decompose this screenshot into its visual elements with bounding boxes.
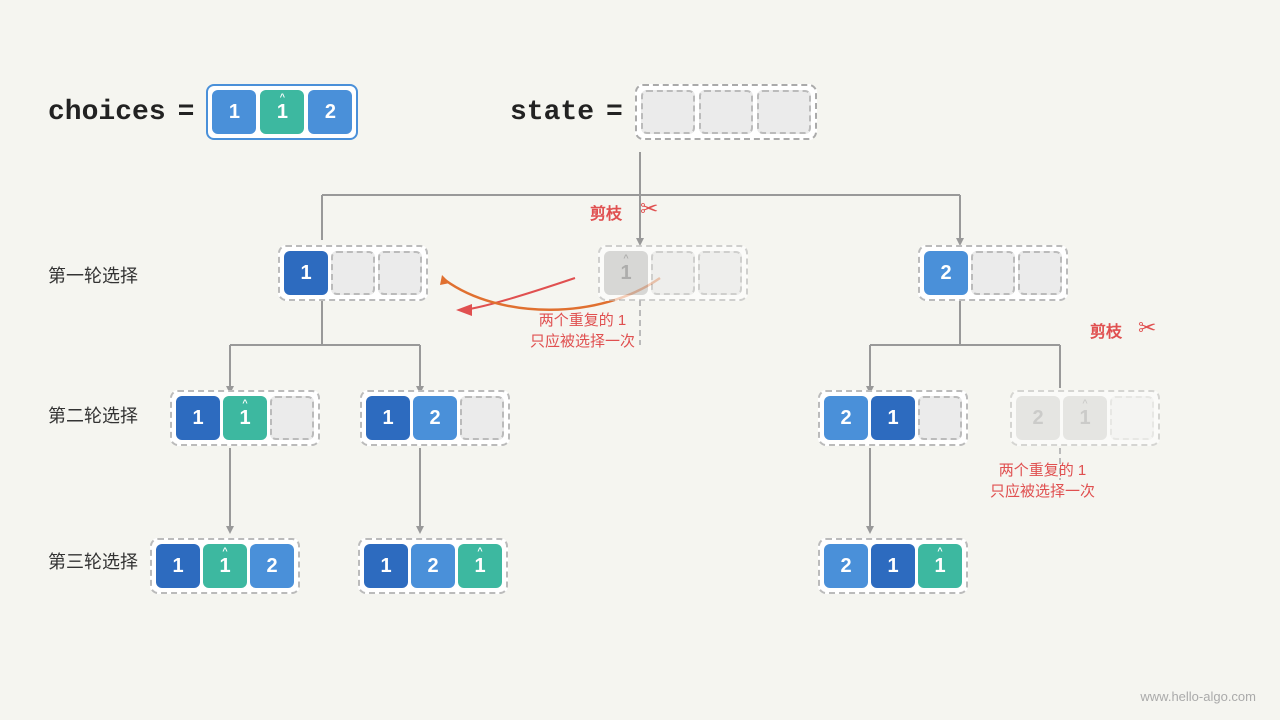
note-1: 两个重复的 1只应被选择一次	[530, 310, 635, 352]
node-l3-2-c3: ^1	[458, 544, 502, 588]
node-l3-2-c1: 1	[364, 544, 408, 588]
node-l2-lr-c3	[460, 396, 504, 440]
node-l3-1-c2: ^1	[203, 544, 247, 588]
main-container: choices = 1 ^ 1 2 state = 第一轮选择 第二轮选择 第三…	[0, 0, 1280, 720]
scissors-icon-2: ✂	[1138, 315, 1156, 341]
node-l3-3: 2 1 ^1	[818, 538, 968, 594]
node-l3-3-c3: ^1	[918, 544, 962, 588]
scissors-icon-1: ✂	[640, 196, 658, 222]
node-l1-left-c3	[378, 251, 422, 295]
state-cell-3	[757, 90, 811, 134]
node-l2-ll: 1 ^1	[170, 390, 320, 446]
node-l1-left-c1: 1	[284, 251, 328, 295]
node-l2-lr-c1: 1	[366, 396, 410, 440]
node-l2-ll-c3	[270, 396, 314, 440]
node-l3-1-c3: 2	[250, 544, 294, 588]
node-l1-center-c3	[698, 251, 742, 295]
row2-label: 第二轮选择	[48, 402, 138, 428]
node-l2-rl-c3	[918, 396, 962, 440]
row3-label: 第三轮选择	[48, 548, 138, 574]
node-l2-rr-c2: ^1	[1063, 396, 1107, 440]
node-l2-rl-c1: 2	[824, 396, 868, 440]
node-l3-1-c1: 1	[156, 544, 200, 588]
node-l3-2-c2: 2	[411, 544, 455, 588]
state-cell-2	[699, 90, 753, 134]
choices-cell-1: 1	[212, 90, 256, 134]
choices-eq: =	[178, 97, 195, 128]
choices-cell-2: 2	[308, 90, 352, 134]
prune-label-1: 剪枝	[590, 200, 622, 224]
state-header: state =	[510, 84, 817, 140]
prune-label-2: 剪枝	[1090, 318, 1122, 342]
choices-cell-1hat: ^ 1	[260, 90, 304, 134]
node-l2-ll-c2: ^1	[223, 396, 267, 440]
node-l2-rr-c3	[1110, 396, 1154, 440]
node-l2-rr: 2 ^1	[1010, 390, 1160, 446]
node-l2-lr: 1 2	[360, 390, 510, 446]
node-l1-right-c3	[1018, 251, 1062, 295]
node-l2-lr-c2: 2	[413, 396, 457, 440]
choices-array: 1 ^ 1 2	[206, 84, 358, 140]
node-l1-left: 1	[278, 245, 428, 301]
state-array	[635, 84, 817, 140]
choices-label: choices	[48, 97, 166, 128]
node-l2-rr-c1: 2	[1016, 396, 1060, 440]
node-l3-3-c1: 2	[824, 544, 868, 588]
node-l1-center-c2	[651, 251, 695, 295]
choices-header: choices = 1 ^ 1 2	[48, 84, 358, 140]
node-l1-right-c1: 2	[924, 251, 968, 295]
node-l2-rl-c2: 1	[871, 396, 915, 440]
node-l3-1: 1 ^1 2	[150, 538, 300, 594]
node-l1-left-c2	[331, 251, 375, 295]
node-l1-right: 2	[918, 245, 1068, 301]
node-l1-right-c2	[971, 251, 1015, 295]
node-l2-rl: 2 1	[818, 390, 968, 446]
state-eq: =	[606, 97, 623, 128]
state-label: state	[510, 97, 594, 128]
state-cell-1	[641, 90, 695, 134]
node-l1-center-c1: ^ 1	[604, 251, 648, 295]
row1-label: 第一轮选择	[48, 262, 138, 288]
watermark: www.hello-algo.com	[1140, 689, 1256, 704]
node-l2-ll-c1: 1	[176, 396, 220, 440]
note-2: 两个重复的 1只应被选择一次	[990, 460, 1095, 502]
node-l1-center: ^ 1	[598, 245, 748, 301]
node-l3-3-c2: 1	[871, 544, 915, 588]
node-l3-2: 1 2 ^1	[358, 538, 508, 594]
